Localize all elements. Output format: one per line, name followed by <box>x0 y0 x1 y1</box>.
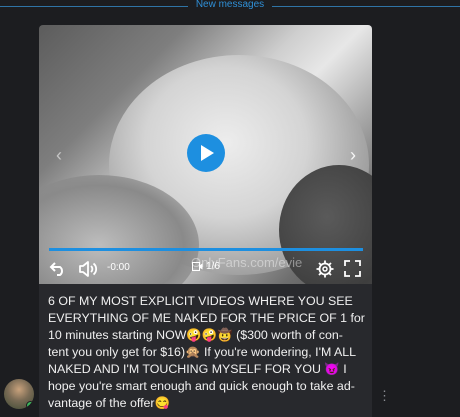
video-progress-fill <box>49 248 363 251</box>
fullscreen-button[interactable] <box>344 260 361 278</box>
new-messages-divider: New messages <box>0 0 460 14</box>
media-counter: 1/6 <box>192 261 220 272</box>
play-button[interactable] <box>187 134 225 172</box>
gear-icon <box>316 260 334 278</box>
online-status-dot <box>26 401 34 409</box>
media-icon <box>192 262 203 271</box>
new-messages-label: New messages <box>195 0 265 10</box>
divider-line-right <box>272 6 460 7</box>
message-text: 6 OF MY MOST EXPLICIT VIDEOS WHERE YOU S… <box>48 294 365 410</box>
play-icon <box>201 145 214 161</box>
chevron-right-icon[interactable]: › <box>345 145 361 165</box>
settings-button[interactable] <box>316 260 334 278</box>
volume-icon <box>79 261 98 277</box>
more-options-icon[interactable]: ⋮ <box>378 388 391 404</box>
media-counter-label: 1/6 <box>206 261 220 272</box>
message-card: ‹ › OnlyFans.com/evie -0:00 1/6 6 OF MY … <box>39 25 372 417</box>
video-progress-bar[interactable] <box>49 248 363 251</box>
rewind-button[interactable] <box>49 260 69 278</box>
volume-button[interactable] <box>78 260 98 278</box>
rewind-icon <box>49 262 63 276</box>
chevron-left-icon[interactable]: ‹ <box>51 145 67 165</box>
divider-line-left <box>0 6 188 7</box>
avatar[interactable] <box>4 379 34 409</box>
fullscreen-icon <box>344 260 361 277</box>
video-time: -0:00 <box>107 262 130 273</box>
video-player[interactable]: ‹ › OnlyFans.com/evie -0:00 1/6 <box>39 25 372 284</box>
